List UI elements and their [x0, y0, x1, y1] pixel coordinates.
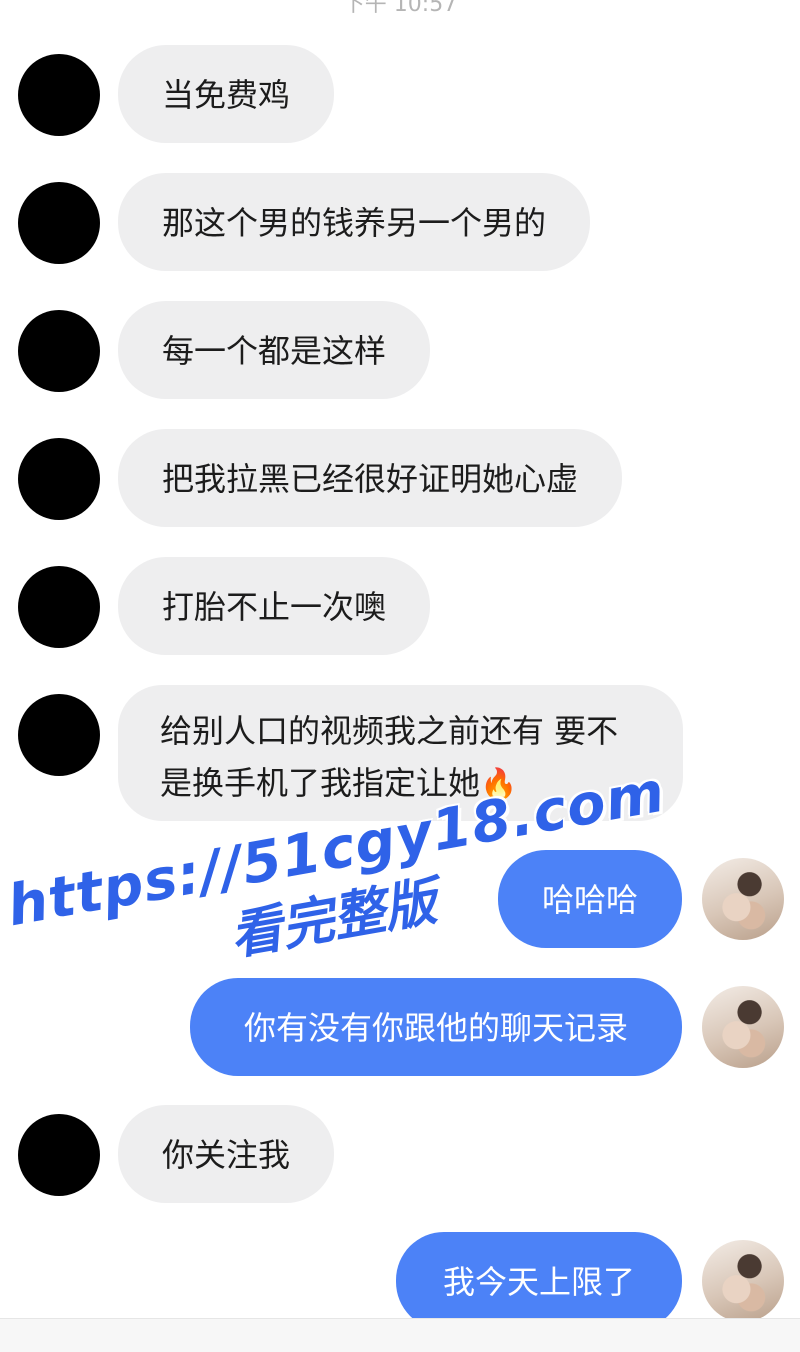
message-bubble[interactable]: 那这个男的钱养另一个男的 — [118, 173, 591, 271]
message-bubble[interactable]: 你关注我 — [118, 1105, 335, 1203]
message-text: 给别人口的视频我之前还有 要不是换手机了我指定让她 — [160, 712, 619, 802]
sender-avatar[interactable] — [18, 310, 100, 392]
message-bubble[interactable]: 每一个都是这样 — [118, 301, 431, 399]
user-avatar-icon[interactable] — [702, 1240, 784, 1322]
message-bubble[interactable]: 你有没有你跟他的聊天记录 — [190, 978, 682, 1076]
sender-avatar[interactable] — [18, 54, 100, 136]
sender-avatar[interactable] — [18, 1114, 100, 1196]
sender-avatar[interactable] — [18, 438, 100, 520]
message-bubble[interactable]: 当免费鸡 — [118, 45, 335, 143]
message-bubble[interactable]: 我今天上限了 — [396, 1232, 682, 1330]
fire-emoji-icon: 🔥 — [480, 767, 518, 802]
watermark-tag: 看完整版 — [225, 871, 442, 968]
sender-avatar[interactable] — [18, 182, 100, 264]
user-avatar-icon[interactable] — [702, 858, 784, 940]
user-avatar-icon[interactable] — [702, 986, 784, 1068]
message-bubble[interactable]: 哈哈哈 — [498, 850, 682, 948]
message-bubble[interactable]: 给别人口的视频我之前还有 要不是换手机了我指定让她🔥 — [118, 685, 683, 821]
bottom-toolbar — [0, 1318, 800, 1352]
message-bubble[interactable]: 把我拉黑已经很好证明她心虚 — [118, 429, 623, 527]
message-bubble[interactable]: 打胎不止一次噢 — [118, 557, 431, 655]
sender-avatar[interactable] — [18, 566, 100, 648]
status-time: 下午 10:57 — [342, 0, 458, 17]
sender-avatar[interactable] — [18, 694, 100, 776]
